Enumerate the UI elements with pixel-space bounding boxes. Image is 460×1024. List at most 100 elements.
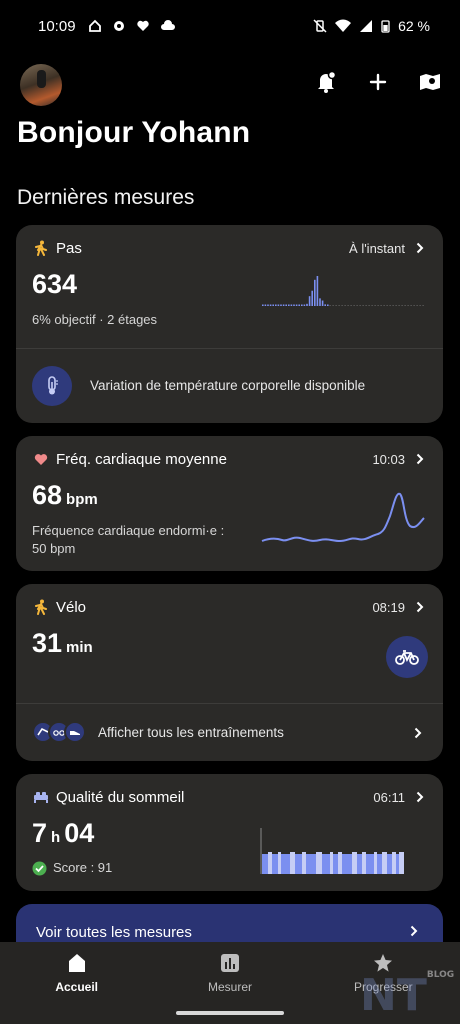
chart-icon [219, 952, 241, 974]
avatar[interactable] [20, 64, 62, 106]
activity-icon [32, 598, 50, 616]
shoe-icon [64, 721, 86, 743]
chevron-right-icon [415, 241, 425, 255]
chevron-right-icon [415, 790, 425, 804]
divider [16, 348, 443, 349]
steps-bar [277, 304, 280, 306]
steps-bar [290, 304, 293, 306]
sleep-hours: 7 [32, 818, 48, 848]
heart-time: 10:03 [372, 451, 405, 467]
notifications-bell-icon[interactable] [314, 70, 338, 94]
steps-bar [301, 304, 303, 306]
steps-bar [295, 304, 298, 306]
steps-bar [267, 304, 269, 306]
sleep-score: Score : 91 [53, 860, 113, 875]
battery-level: 62 % [398, 18, 430, 34]
sleep-phase-awake [382, 852, 387, 874]
sleep-phase-awake [302, 852, 306, 874]
steps-bar [272, 304, 274, 306]
sleep-hours-unit: h [51, 829, 61, 846]
nav-measure-label: Mesurer [207, 980, 252, 994]
sleep-card[interactable]: Qualité du sommeil 06:11 7 h 04 Score : 91 [16, 774, 443, 891]
steps-bar [303, 304, 306, 306]
steps-bar [275, 304, 277, 306]
steps-bar [311, 290, 313, 306]
cloud-icon [160, 20, 175, 30]
walking-icon [32, 239, 50, 257]
sleep-phase-awake [392, 852, 396, 874]
chevron-right-icon[interactable] [413, 726, 423, 740]
gesture-bar [176, 1011, 284, 1015]
heart-status-icon [136, 20, 149, 31]
steps-bar [262, 304, 264, 306]
bike-card[interactable]: Vélo 08:19 31 min Afficher tous les entra… [16, 584, 443, 761]
sleep-minutes: 04 [64, 818, 95, 848]
heart-rate-line [261, 492, 425, 543]
bicycle-icon [386, 636, 428, 678]
sleep-time: 06:11 [373, 789, 405, 805]
steps-time: À l'instant [349, 240, 405, 256]
steps-bar [264, 304, 267, 306]
steps-goal: 6% objectif [32, 312, 96, 327]
steps-value: 634 [32, 269, 78, 299]
watermark-logo: NTBLOG [360, 970, 454, 1021]
steps-card[interactable]: Pas À l'instant 634 6% objectif · 2 étag… [16, 225, 443, 423]
steps-bar [308, 296, 311, 306]
chevron-right-icon [415, 452, 425, 466]
temperature-message[interactable]: Variation de température corporelle disp… [90, 377, 365, 395]
bed-icon [32, 788, 50, 806]
home-icon [88, 19, 101, 32]
steps-floors: · 2 étages [99, 312, 158, 327]
see-all-label: Voir toutes les mesures [36, 924, 192, 941]
vibrate-off-icon [313, 19, 327, 33]
steps-bar [282, 304, 285, 306]
map-location-icon[interactable] [418, 70, 442, 94]
nav-home[interactable]: Accueil [0, 942, 153, 1024]
check-circle-icon [32, 861, 47, 875]
steps-bar [298, 304, 300, 306]
steps-bar [316, 276, 319, 306]
heart-unit: bpm [66, 491, 98, 508]
nav-home-label: Accueil [55, 980, 98, 994]
watermark-tag: BLOG [426, 970, 455, 980]
add-icon[interactable] [366, 70, 390, 94]
heart-rate-chart [261, 492, 425, 543]
header-actions [314, 70, 442, 94]
steps-bar [319, 298, 321, 306]
steps-title: Pas [56, 239, 82, 257]
bike-title: Vélo [56, 598, 87, 616]
greeting: Bonjour Yohann [17, 116, 251, 149]
sleep-phase-awake [374, 852, 377, 874]
steps-bar [324, 304, 326, 306]
all-workouts-link[interactable]: Afficher tous les entraînements [98, 724, 284, 742]
sleep-title: Qualité du sommeil [56, 788, 185, 806]
thermometer-icon [32, 366, 72, 406]
watermark-mark: NT [360, 970, 427, 1021]
chevron-right-icon [409, 924, 419, 938]
bike-unit: min [66, 639, 93, 656]
steps-bar [293, 304, 295, 306]
heart-value: 68 [32, 480, 63, 510]
gear-notification-icon [113, 21, 124, 31]
sleep-duration: 7 h 04 [32, 818, 94, 849]
heart-sleep-line-1: Fréquence cardiaque endormi·e : [32, 523, 225, 538]
wifi-icon [335, 19, 352, 32]
status-bar: 10:09 62 % [0, 0, 460, 52]
steps-bar [280, 304, 282, 306]
bike-value: 31 [32, 628, 63, 658]
steps-chart [262, 276, 424, 306]
sleep-phase-awake [268, 852, 272, 874]
heart-title: Fréq. cardiaque moyenne [56, 450, 227, 468]
workout-icons [32, 721, 86, 743]
status-time: 10:09 [38, 17, 76, 35]
chevron-right-icon [415, 600, 425, 614]
sleep-phase-awake [290, 852, 295, 874]
steps-bar [314, 279, 316, 306]
sleep-score-line: Score : 91 [32, 859, 112, 877]
steps-bar [269, 304, 272, 306]
heart-icon [32, 450, 50, 468]
heart-sleep-line-2: 50 bpm [32, 541, 76, 556]
heart-rate-card[interactable]: Fréq. cardiaque moyenne 10:03 68 bpm Fréq… [16, 436, 443, 571]
steps-bar [285, 304, 287, 306]
section-title: Dernières mesures [17, 186, 195, 209]
